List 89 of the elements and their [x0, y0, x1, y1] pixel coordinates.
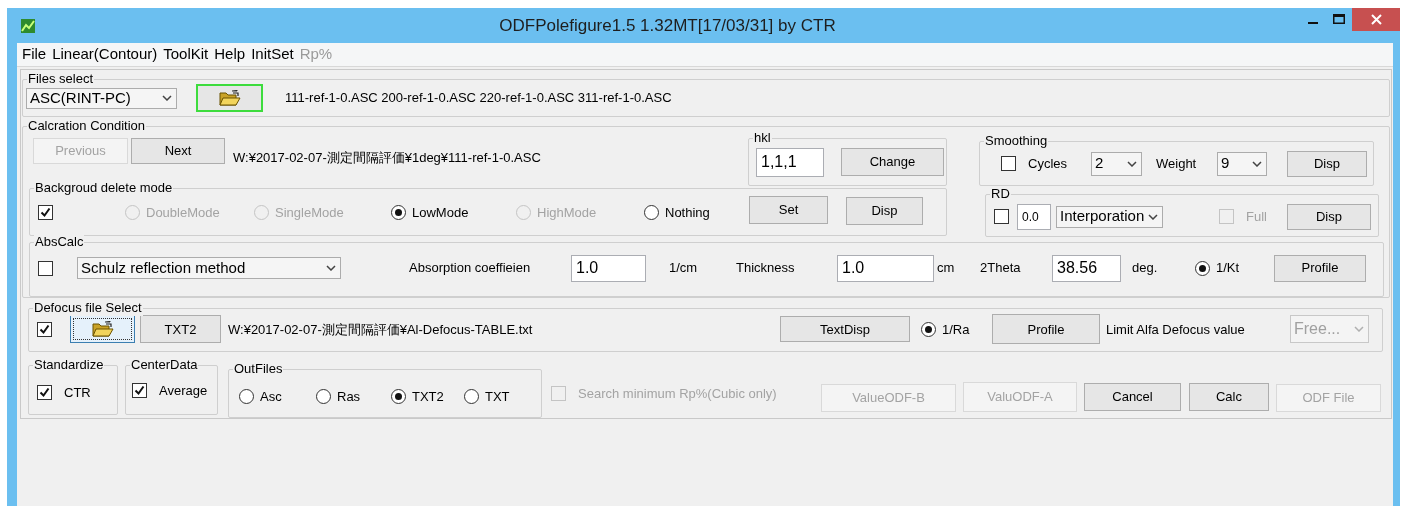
checkmark-icon — [39, 323, 50, 335]
input-field[interactable]: 0.0 — [1017, 203, 1051, 230]
input-field[interactable]: 1.0 — [837, 254, 934, 282]
chevron-down-icon — [1354, 326, 1364, 333]
menu-item[interactable]: File — [19, 43, 50, 66]
chevron-down-icon — [1127, 160, 1137, 167]
close-button[interactable] — [1352, 8, 1400, 31]
maximize-icon — [1333, 14, 1345, 24]
menu-item[interactable]: Linear(Contour) — [49, 43, 161, 66]
dropdown[interactable]: Schulz reflection method — [77, 257, 341, 280]
radio-label: Ras — [337, 388, 361, 406]
checkbox[interactable] — [37, 321, 52, 337]
checkbox[interactable] — [38, 205, 53, 221]
window-title: ODFPolefigure1.5 1.32MT[17/03/31] by CTR — [499, 14, 836, 37]
radio-button[interactable] — [1195, 260, 1210, 276]
radio-label: DoubleMode — [146, 203, 220, 222]
label: W:¥2017-02-07-測定間隔評価¥Al-Defocus-TABLE.txt — [228, 320, 534, 339]
label: deg. — [1132, 259, 1159, 278]
menu-item[interactable]: InitSet — [248, 43, 297, 66]
folder-icon — [218, 90, 241, 106]
radio-label: 1/Ra — [942, 320, 970, 339]
checkbox-label: Full — [1246, 207, 1267, 226]
dropdown[interactable]: 9 — [1217, 151, 1267, 176]
radio-label: LowMode — [412, 203, 469, 222]
chevron-down-icon — [1252, 160, 1262, 167]
close-icon — [1370, 14, 1382, 25]
label: Weight — [1156, 154, 1198, 173]
button[interactable]: TextDisp — [780, 316, 910, 343]
label: Absorption coeffieien — [409, 259, 532, 278]
chevron-down-icon — [162, 95, 172, 101]
dropdown[interactable]: Interporation — [1056, 205, 1163, 228]
checkbox-label: CTR — [64, 384, 91, 402]
button[interactable]: Set — [749, 195, 828, 224]
radio-label: Asc — [260, 388, 282, 406]
input-field[interactable]: 1,1,1 — [756, 147, 824, 177]
button[interactable]: Next — [131, 137, 225, 164]
button[interactable]: Disp — [846, 196, 923, 225]
label: 111-ref-1-0.ASC 200-ref-1-0.ASC 220-ref-1-0.ASC 311-ref-1-0.ASC — [285, 89, 672, 108]
menu-item[interactable]: Help — [211, 43, 249, 66]
label: W:¥2017-02-07-測定間隔評価¥1deg¥111-ref-1-0.ASC — [233, 148, 541, 167]
radio-label: TXT — [485, 388, 510, 406]
input-field[interactable]: 1.0 — [571, 254, 646, 282]
dropdown[interactable]: 2 — [1091, 151, 1142, 176]
checkbox[interactable] — [1001, 156, 1016, 172]
app-icon — [21, 18, 35, 33]
dropdown[interactable]: ASC(RINT-PC) — [26, 87, 177, 109]
radio-label: Nothing — [665, 203, 710, 222]
label: cm — [937, 259, 956, 278]
checkbox[interactable] — [38, 260, 53, 276]
button[interactable]: Calc — [1189, 383, 1269, 411]
radio-label: 1/Kt — [1216, 259, 1240, 278]
group-title: Defocus file Select — [33, 300, 143, 317]
button[interactable]: Profile — [992, 314, 1100, 345]
button[interactable]: Change — [841, 148, 944, 177]
checkbox-label: Average — [159, 382, 208, 400]
label: Limit Alfa Defocus value — [1106, 320, 1246, 339]
checkmark-icon — [40, 207, 51, 219]
radio-button[interactable] — [391, 389, 406, 405]
checkmark-icon — [39, 387, 50, 399]
checkbox[interactable] — [132, 383, 147, 399]
button[interactable]: TXT2 — [140, 315, 221, 344]
menu-item[interactable]: ToolKit — [160, 43, 212, 66]
label: Thickness — [736, 259, 796, 278]
radio-label: HighMode — [537, 203, 597, 222]
radio-label: SingleMode — [275, 203, 344, 222]
open-folder-button[interactable] — [70, 315, 135, 344]
label: 2Theta — [980, 259, 1022, 278]
button[interactable]: Disp — [1287, 150, 1367, 177]
checkmark-icon — [134, 385, 145, 397]
minimize-icon — [1308, 22, 1318, 24]
chevron-down-icon — [326, 265, 336, 272]
radio-button[interactable] — [391, 205, 406, 221]
button[interactable]: Disp — [1287, 203, 1371, 230]
checkbox-label: Cycles — [1028, 154, 1067, 173]
input-field[interactable]: 38.56 — [1052, 254, 1121, 282]
button[interactable]: Cancel — [1084, 383, 1181, 411]
chevron-down-icon — [1148, 213, 1159, 220]
button[interactable]: Profile — [1274, 254, 1366, 282]
label: 1/cm — [669, 259, 699, 278]
radio-button[interactable] — [316, 389, 331, 405]
radio-label: TXT2 — [412, 388, 444, 406]
folder-icon — [91, 321, 114, 338]
checkbox[interactable] — [994, 209, 1009, 225]
checkbox[interactable] — [37, 385, 52, 401]
radio-button[interactable] — [644, 205, 659, 221]
radio-button[interactable] — [464, 389, 479, 405]
checkbox-label: Search minimum Rp%(Cubic only) — [578, 385, 777, 403]
radio-button[interactable] — [239, 389, 254, 405]
radio-button[interactable] — [921, 321, 936, 337]
